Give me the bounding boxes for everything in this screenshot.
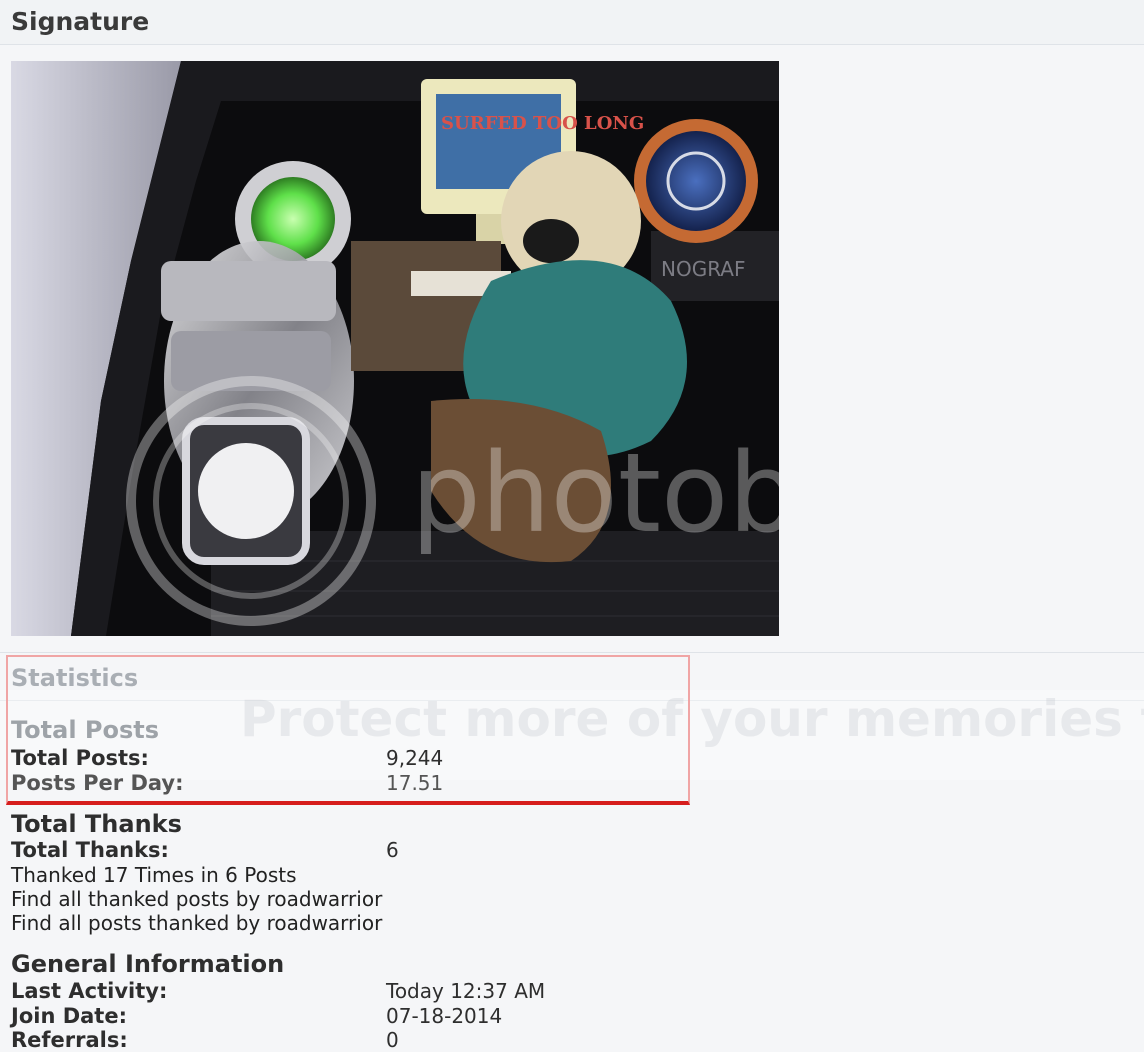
statistics-divider-top [0, 652, 1144, 653]
referrals-label: Referrals: [11, 1028, 128, 1052]
referrals-value: 0 [386, 1028, 399, 1052]
thanked-summary: Thanked 17 Times in 6 Posts [11, 863, 297, 887]
total-thanks-heading: Total Thanks [11, 810, 182, 838]
svg-text:SURFED TOO LONG: SURFED TOO LONG [441, 113, 644, 134]
last-activity-value: Today 12:37 AM [386, 979, 546, 1003]
total-thanks-label: Total Thanks: [11, 838, 169, 862]
join-date-label: Join Date: [11, 1004, 127, 1028]
highlight-box [6, 655, 690, 805]
join-date-value: 07-18-2014 [386, 1004, 503, 1028]
signature-title: Signature [11, 7, 150, 36]
signature-image-drawing: NOGRAF SURFED TOO LONG photobucket [11, 61, 779, 636]
find-posts-thanked-link[interactable]: Find all posts thanked by roadwarrior [11, 911, 382, 935]
svg-text:photobucket: photobucket [411, 429, 779, 557]
signature-image: NOGRAF SURFED TOO LONG photobucket [11, 61, 779, 636]
find-thanked-posts-link[interactable]: Find all thanked posts by roadwarrior [11, 887, 382, 911]
svg-text:NOGRAF: NOGRAF [661, 257, 745, 281]
total-thanks-value: 6 [386, 838, 399, 862]
last-activity-label: Last Activity: [11, 979, 168, 1003]
signature-header: Signature [0, 0, 1144, 45]
general-information-heading: General Information [11, 950, 285, 978]
